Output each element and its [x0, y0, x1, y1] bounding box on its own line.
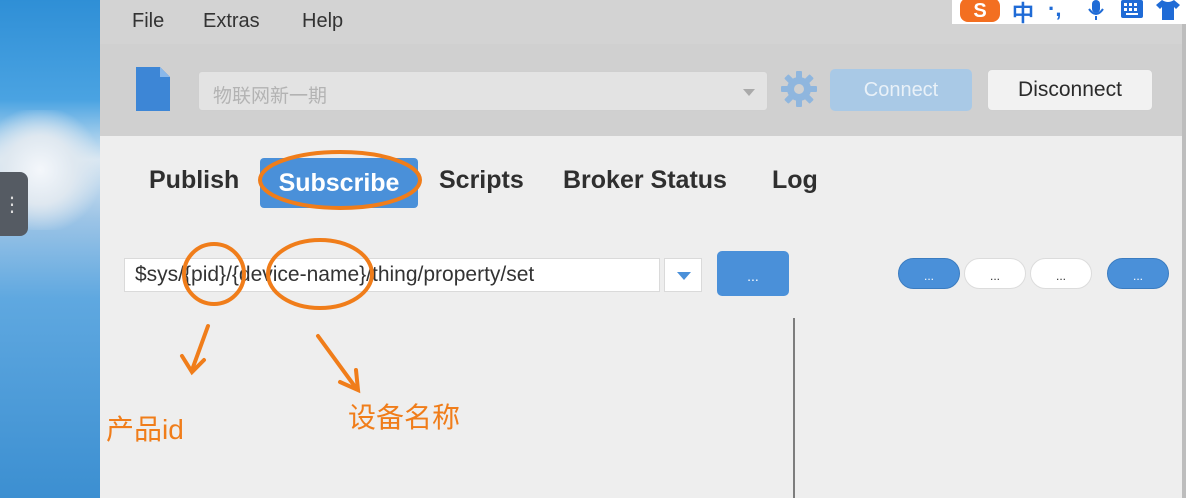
pause-toggle[interactable]: ...: [964, 258, 1026, 289]
ime-punctuation-icon[interactable]: ·,: [1048, 0, 1061, 22]
mqtt-client-window: File Extras Help 物联网新一期 Connect Disconne…: [100, 0, 1186, 498]
main-tabs: Publish Subscribe Scripts Broker Status …: [100, 150, 1186, 220]
menu-extras[interactable]: Extras: [203, 10, 260, 33]
tab-scripts[interactable]: Scripts: [439, 166, 524, 195]
tab-publish[interactable]: Publish: [149, 166, 239, 195]
pid-annotation-label: 产品id: [106, 414, 184, 445]
menu-file[interactable]: File: [132, 10, 164, 33]
ime-logo-letter: S: [973, 0, 986, 22]
connection-profile-select[interactable]: 物联网新一期: [198, 71, 768, 111]
clear-toggle[interactable]: ...: [1030, 258, 1092, 289]
window-edge: [1182, 0, 1186, 498]
subscribe-topic-input[interactable]: $sys/{pid}/{device-name}/thing/property/…: [124, 258, 660, 292]
connection-toolbar: 物联网新一期 Connect Disconnect: [100, 44, 1186, 136]
tab-subscribe[interactable]: Subscribe: [260, 158, 418, 208]
topic-history-dropdown[interactable]: [664, 258, 702, 292]
tab-log[interactable]: Log: [772, 166, 818, 195]
panel-divider[interactable]: [793, 318, 795, 498]
settings-toggle[interactable]: ...: [1107, 258, 1169, 289]
ime-chinese-mode-icon[interactable]: 中: [1012, 0, 1034, 28]
skin-shirt-icon[interactable]: [1156, 0, 1180, 20]
keyboard-icon[interactable]: [1121, 0, 1143, 18]
desktop-background: ⋮: [0, 0, 100, 498]
tab-broker-status[interactable]: Broker Status: [563, 166, 727, 195]
gear-icon[interactable]: [780, 70, 818, 108]
disconnect-button[interactable]: Disconnect: [987, 69, 1153, 111]
microphone-icon[interactable]: [1086, 0, 1106, 22]
chevron-down-icon: [677, 272, 691, 280]
profile-select-value: 物联网新一期: [213, 86, 328, 107]
device-name-annotation-label: 设备名称: [348, 402, 461, 433]
desktop-side-handle[interactable]: ⋮: [0, 172, 28, 236]
subscribe-button[interactable]: ...: [717, 251, 789, 296]
document-icon[interactable]: [136, 67, 170, 111]
autoscroll-toggle[interactable]: ...: [898, 258, 960, 289]
connect-button[interactable]: Connect: [830, 69, 972, 111]
sogou-logo-icon[interactable]: S: [958, 0, 1002, 24]
chevron-down-icon: [743, 89, 755, 96]
menu-help[interactable]: Help: [302, 10, 343, 33]
